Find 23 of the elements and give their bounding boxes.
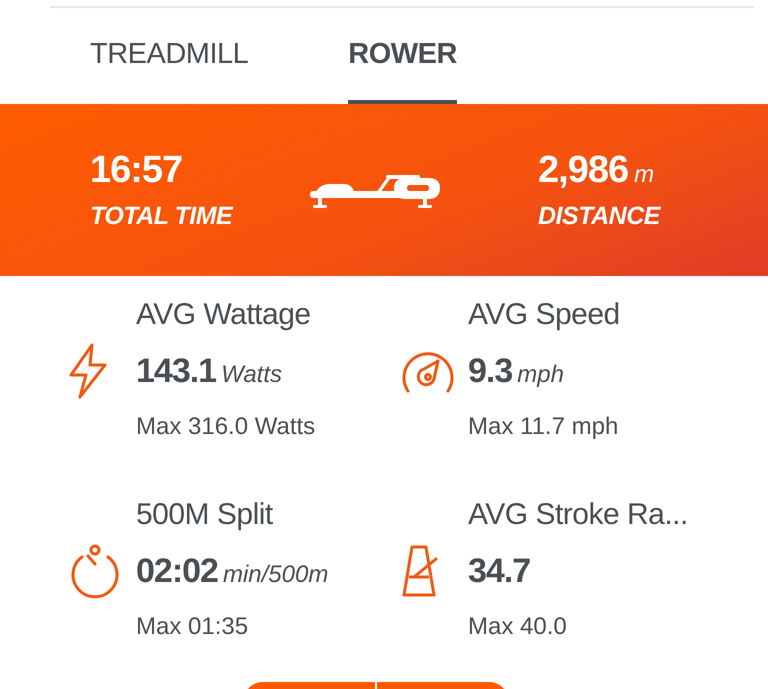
stat-value: 143.1	[136, 351, 216, 392]
stat-value: 02:02	[136, 551, 218, 592]
total-time-label: TOTAL TIME	[90, 202, 234, 231]
stat-max: Max 01:35	[136, 612, 250, 642]
stat-label: AVG Speed	[468, 297, 620, 333]
stat-label: AVG Stroke Ra...	[468, 497, 688, 533]
distance-value: 2,986	[538, 149, 628, 192]
distance-unit: m	[634, 161, 654, 189]
stat-unit: mph	[517, 360, 564, 390]
distance-label: DISTANCE	[538, 202, 662, 231]
total-time-value: 16:57	[90, 149, 184, 192]
stat-value: 34.7	[468, 551, 530, 592]
metronome-icon	[400, 543, 440, 599]
stat-value: 9.3	[468, 351, 512, 392]
stat-unit: Watts	[221, 360, 282, 390]
lightning-icon	[68, 343, 108, 399]
stat-max: Max 316.0 Watts	[136, 412, 316, 442]
stat-max: Max 40.0	[468, 612, 568, 642]
stat-label: AVG Wattage	[136, 297, 312, 333]
tab[interactable]: TREADMILL	[90, 8, 248, 104]
stat-label: 500M Split	[136, 497, 274, 533]
stat-unit: min/500m	[222, 560, 328, 590]
stat-max: Max 11.7 mph	[468, 412, 620, 442]
